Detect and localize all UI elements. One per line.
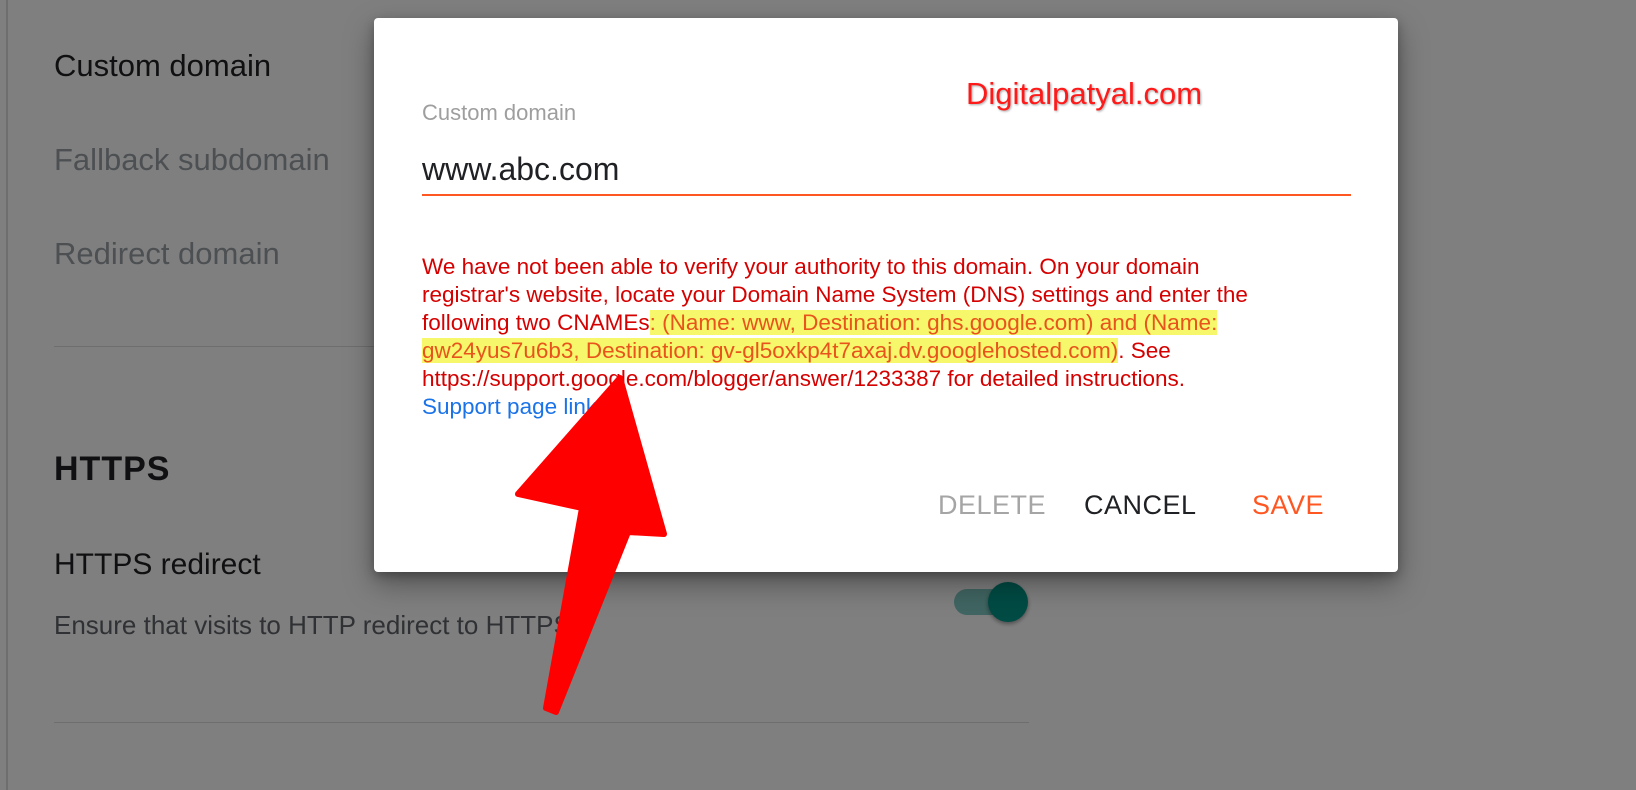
support-page-link[interactable]: Support page link [422, 394, 597, 419]
custom-domain-label: Custom domain [422, 100, 577, 125]
custom-domain-input[interactable] [422, 144, 1351, 196]
watermark-text: Digitalpatyal.com [966, 76, 1203, 111]
cancel-button[interactable]: CANCEL [1078, 486, 1203, 525]
custom-domain-dialog: Custom domain Digitalpatyal.com We have … [374, 18, 1398, 572]
verification-error-message: We have not been able to verify your aut… [422, 253, 1302, 421]
delete-button[interactable]: DELETE [932, 486, 1052, 525]
save-button[interactable]: SAVE [1246, 486, 1330, 525]
